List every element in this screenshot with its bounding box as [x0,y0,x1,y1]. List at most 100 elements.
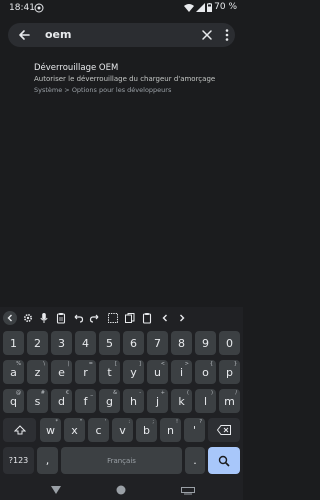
key-row4-6[interactable]: '? [184,418,205,442]
key-hint: # [40,390,45,396]
key-label: x [71,423,78,437]
redo-icon[interactable] [88,311,102,325]
key-label: v [119,423,126,437]
result-breadcrumb: Système > Options pour les développeurs [34,86,172,94]
keyboard-switch-icon[interactable] [181,487,195,495]
key-row4-0[interactable]: w * [40,418,61,442]
status-time: 18:41 [9,3,35,13]
result-title: Déverrouillage OEM [34,63,119,73]
comma-key[interactable]: , [37,447,58,474]
key-row3-5[interactable]: h- [123,389,144,413]
key-row3-3[interactable]: f _ [75,389,96,413]
key-row2-6[interactable]: u < [147,360,168,384]
key-row2-8[interactable]: o{ [195,360,216,384]
search-icon [218,455,230,467]
signal-icon [196,2,206,12]
cursor-left-icon[interactable] [158,311,172,325]
key-hint: = [88,361,93,367]
search-bar [8,23,235,47]
key-row2-9[interactable]: p} [219,360,240,384]
select-all-icon[interactable] [106,311,120,325]
key-row2-5[interactable]: y] [123,360,144,384]
key-row4-5[interactable]: n! [160,418,181,442]
key-label: e [58,365,65,379]
home-nav-icon[interactable] [116,485,126,495]
key-row2-2[interactable]: e | [51,360,72,384]
key-label: u [154,365,161,379]
key-hint: } [233,361,237,367]
collapse-toolbar-icon[interactable] [3,311,17,325]
paste-icon[interactable] [140,311,154,325]
key-row3-2[interactable]: d € [51,389,72,413]
battery-percent: 70 % [214,2,237,12]
key-row4-2[interactable]: c ' [88,418,109,442]
period-key[interactable]: . [185,447,205,474]
settings-icon[interactable] [21,311,35,325]
key-label: h [130,394,137,408]
status-bar: 18:41 70 % [0,0,243,17]
key-hint: ! [175,419,178,425]
key-label: f [83,394,88,408]
search-input[interactable] [45,28,185,41]
key-label: 8 [178,336,185,350]
back-arrow-icon[interactable] [17,28,31,42]
key-num-2[interactable]: 3 [51,331,72,355]
key-hint: ? [199,419,202,425]
key-row3-7[interactable]: k( [171,389,192,413]
key-row3-0[interactable]: q @ [3,389,24,413]
key-row3-1[interactable]: s # [27,389,48,413]
key-num-5[interactable]: 6 [123,331,144,355]
key-label: 5 [106,336,113,350]
key-row3-6[interactable]: j + [147,389,168,413]
back-nav-icon[interactable] [50,485,62,495]
key-num-7[interactable]: 8 [171,331,192,355]
key-label: 0 [226,336,233,350]
key-num-1[interactable]: 2 [27,331,48,355]
key-row3-4[interactable]: g & [99,389,120,413]
shift-key[interactable] [3,418,36,442]
key-row3-8[interactable]: l) [195,389,216,413]
key-num-9[interactable]: 0 [219,331,240,355]
key-num-0[interactable]: 1 [3,331,24,355]
search-result-item[interactable]: Déverrouillage OEM Autoriser le déverrou… [34,63,234,96]
key-label: l [203,394,208,408]
search-enter-key[interactable] [208,447,240,474]
key-row2-1[interactable]: z \ [27,360,48,384]
key-row4-1[interactable]: x " [64,418,85,442]
cursor-right-icon[interactable] [175,311,189,325]
clipboard-icon[interactable] [54,311,68,325]
key-label: y [130,365,137,379]
key-num-4[interactable]: 5 [99,331,120,355]
key-hint: € [65,390,69,396]
notification-icon [34,3,44,13]
key-hint: ; [152,419,154,425]
key-label: 6 [130,336,137,350]
key-label: z [34,365,41,379]
key-hint: % [16,361,21,367]
microphone-icon[interactable] [37,311,51,325]
key-label: k [178,394,185,408]
more-vert-icon[interactable] [224,28,230,42]
key-label: d [58,394,65,408]
backspace-key[interactable] [208,418,240,442]
copy-icon[interactable] [123,311,137,325]
key-label: a [10,365,17,379]
key-row2-3[interactable]: r = [75,360,96,384]
keyboard: ?123 , Français . 1 2 3 4 5 6 7 8 9 0 a% z \ e | r = t[y]… [0,307,243,482]
close-icon[interactable] [201,29,213,41]
backspace-icon [217,425,231,435]
key-hint: ( [187,390,189,396]
symbols-key[interactable]: ?123 [3,447,34,474]
key-num-3[interactable]: 4 [75,331,96,355]
key-num-8[interactable]: 9 [195,331,216,355]
key-row4-4[interactable]: b; [136,418,157,442]
key-row3-9[interactable]: m / [219,389,240,413]
key-row2-7[interactable]: i > [171,360,192,384]
key-row2-0[interactable]: a% [3,360,24,384]
undo-icon[interactable] [71,311,85,325]
key-row2-4[interactable]: t[ [99,360,120,384]
key-row4-3[interactable]: v: [112,418,133,442]
key-label: 9 [202,336,209,350]
key-num-6[interactable]: 7 [147,331,168,355]
space-key[interactable]: Français [61,447,182,474]
